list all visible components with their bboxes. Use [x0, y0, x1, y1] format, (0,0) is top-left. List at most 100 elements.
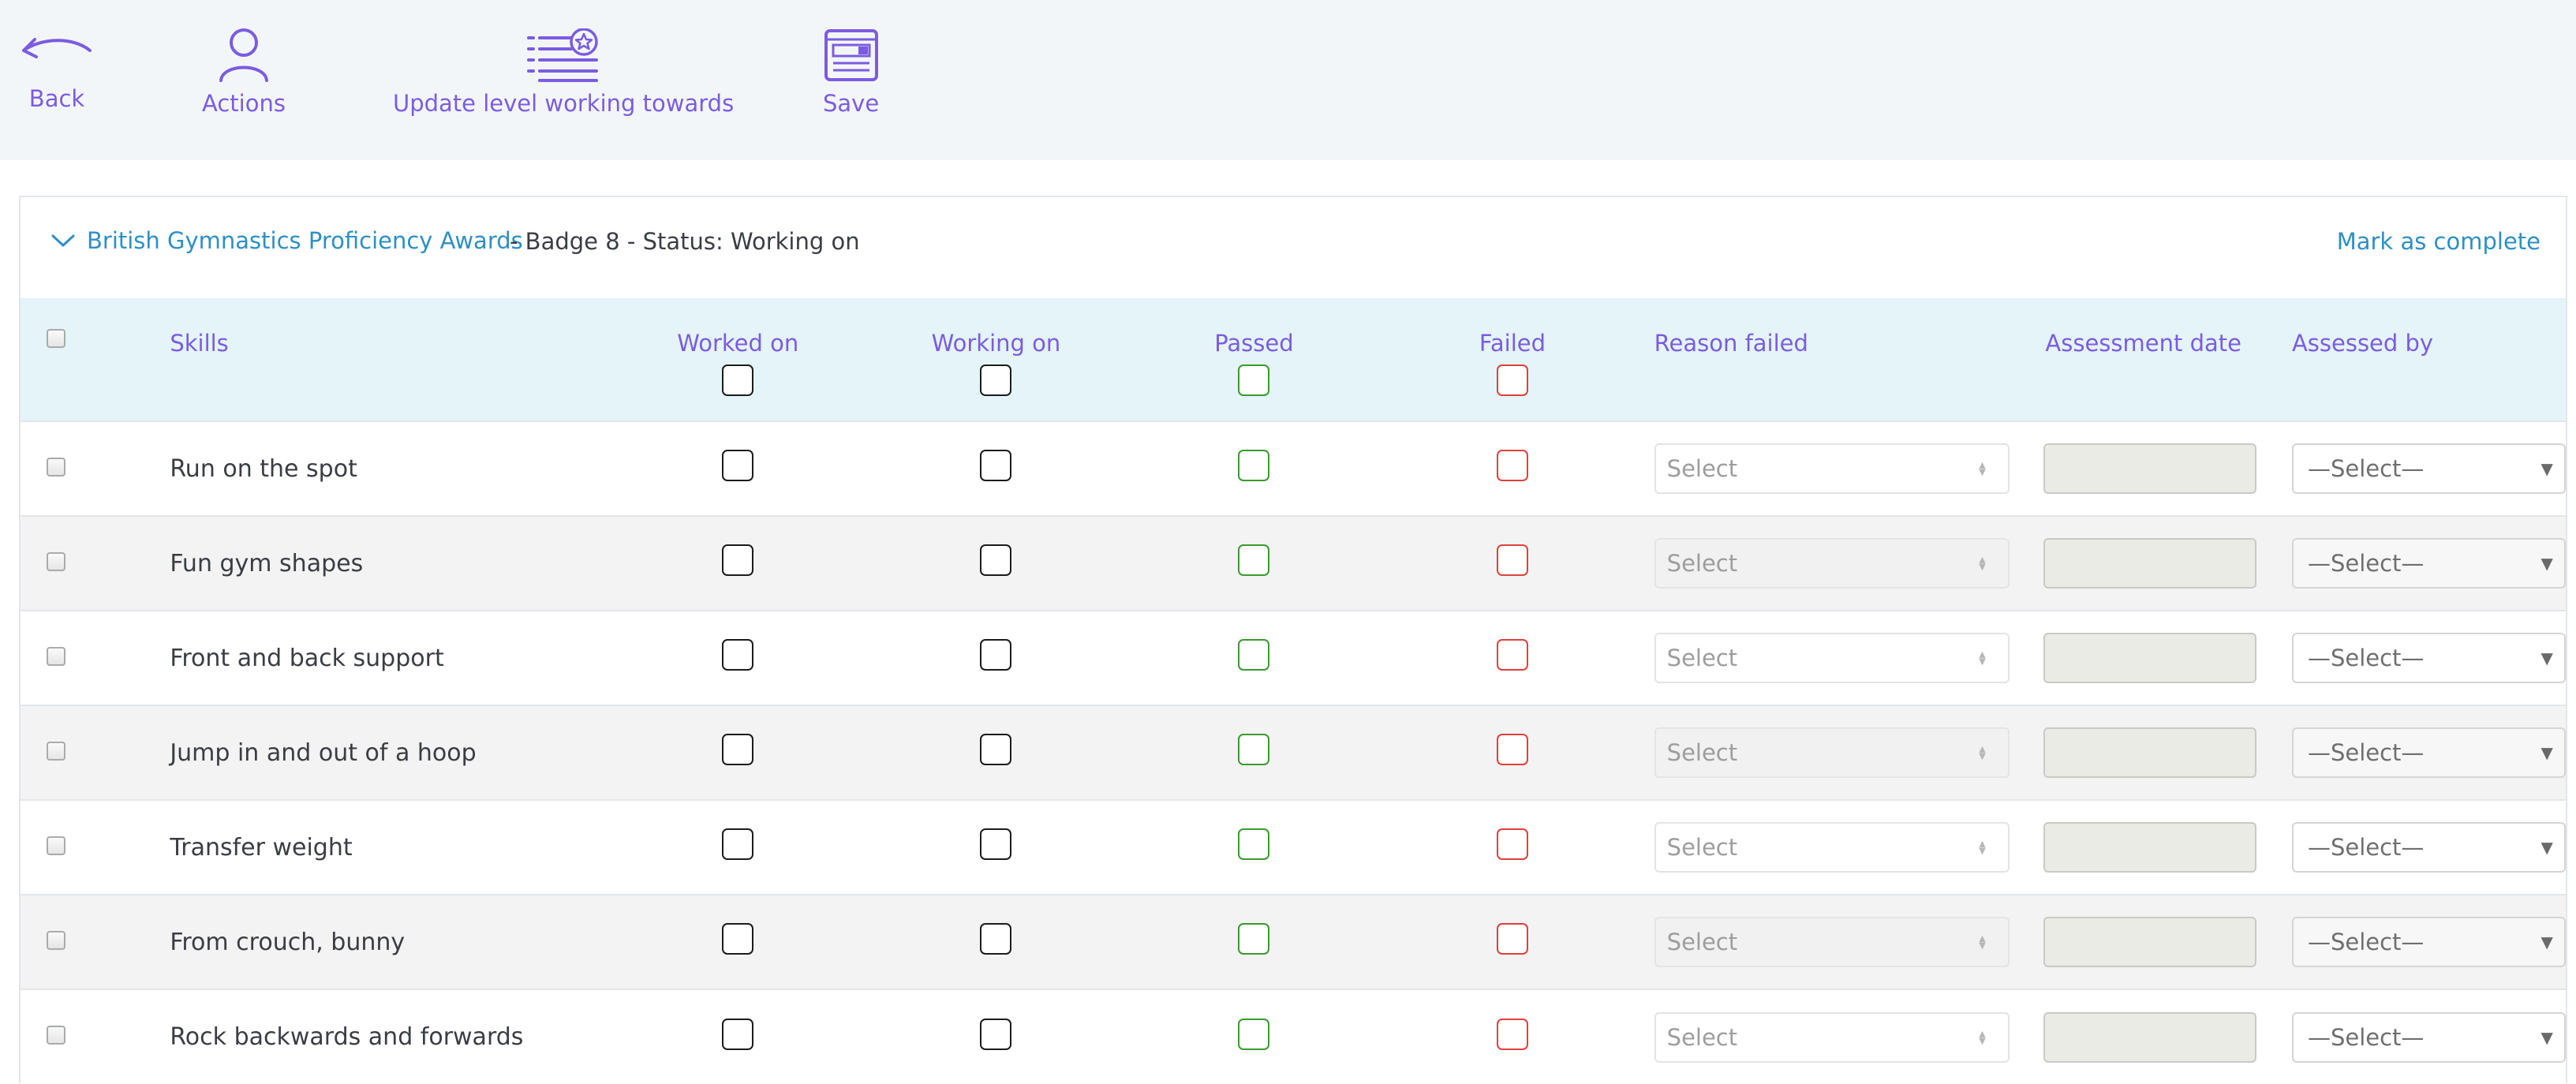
worked-on-header: Worked on — [608, 298, 867, 421]
assessment-date-input[interactable] — [2043, 538, 2257, 589]
failed-checkbox[interactable] — [1496, 923, 1528, 955]
award-title: British Gymnastics Proficiency Awards — [87, 227, 523, 254]
assessed-by-select[interactable]: —Select— ▼ — [2291, 538, 2566, 589]
failed-checkbox[interactable] — [1496, 734, 1528, 765]
reason-failed-select[interactable]: Select ▲ ▼ — [1654, 822, 2010, 873]
actions-label: Actions — [202, 90, 286, 117]
passed-checkbox[interactable] — [1238, 828, 1270, 860]
working-on-cell — [867, 989, 1124, 1084]
passed-checkbox[interactable] — [1238, 450, 1270, 481]
assessment-date-input[interactable] — [2043, 443, 2257, 494]
passed-cell — [1125, 895, 1384, 989]
back-arrow-icon — [22, 38, 92, 58]
sort-arrows-icon: ▲ ▼ — [1979, 933, 1986, 951]
row-select-checkbox[interactable] — [46, 457, 65, 477]
select-all-cell — [21, 298, 91, 421]
passed-checkbox[interactable] — [1238, 1018, 1270, 1050]
reason-failed-value: Select — [1666, 455, 1738, 482]
skills-table: Skills Worked on Working on Passed Faile… — [21, 298, 2566, 1084]
working-on-checkbox[interactable] — [980, 923, 1012, 955]
collapse-toggle[interactable]: British Gymnastics Proficiency Awards — [50, 227, 523, 254]
passed-all-checkbox[interactable] — [1238, 364, 1270, 396]
assessment-date-input[interactable] — [2043, 633, 2257, 683]
worked-on-cell — [608, 611, 867, 705]
row-select-checkbox[interactable] — [46, 1026, 65, 1045]
passed-checkbox[interactable] — [1238, 923, 1270, 955]
working-on-checkbox[interactable] — [980, 639, 1012, 671]
row-select-checkbox[interactable] — [46, 551, 65, 571]
back-button[interactable]: Back — [17, 24, 96, 112]
reason-failed-select[interactable]: Select ▲ ▼ — [1654, 727, 2010, 778]
worked-on-checkbox[interactable] — [722, 1018, 754, 1050]
assessed-by-cell: —Select— ▼ — [2291, 989, 2566, 1084]
row-select-checkbox[interactable] — [46, 835, 65, 855]
assessed-by-select[interactable]: —Select— ▼ — [2291, 1011, 2566, 1063]
failed-checkbox[interactable] — [1496, 544, 1528, 576]
working-on-checkbox[interactable] — [980, 544, 1012, 576]
caret-down-icon: ▼ — [2540, 459, 2553, 478]
skill-name: Front and back support — [170, 644, 444, 672]
assessed-by-value: —Select— — [2307, 739, 2425, 766]
worked-on-checkbox[interactable] — [722, 639, 754, 671]
assessed-by-select[interactable]: —Select— ▼ — [2291, 727, 2566, 778]
update-level-button[interactable]: Update level working towards — [393, 28, 734, 117]
failed-checkbox[interactable] — [1496, 639, 1528, 671]
working-on-checkbox[interactable] — [980, 450, 1012, 481]
assessed-by-select[interactable]: —Select— ▼ — [2291, 822, 2566, 873]
failed-all-checkbox[interactable] — [1496, 364, 1528, 396]
select-all-checkbox[interactable] — [46, 329, 65, 348]
passed-checkbox[interactable] — [1238, 639, 1270, 671]
row-select-cell — [21, 611, 91, 705]
caret-down-icon: ▼ — [2540, 838, 2553, 857]
working-on-checkbox[interactable] — [980, 734, 1012, 765]
assessed-by-select[interactable]: —Select— ▼ — [2291, 917, 2566, 967]
save-button[interactable]: Save — [823, 28, 879, 117]
sort-arrows-icon: ▲ ▼ — [1979, 1028, 1986, 1046]
chevron-down-icon — [51, 234, 75, 247]
passed-cell — [1125, 516, 1384, 611]
reason-failed-select[interactable]: Select ▲ ▼ — [1654, 443, 2010, 494]
assessment-date-input[interactable] — [2043, 822, 2257, 873]
worked-on-cell — [608, 989, 867, 1084]
actions-button[interactable]: Actions — [202, 27, 286, 117]
worked-on-checkbox[interactable] — [722, 734, 754, 765]
reason-failed-cell: Select ▲ ▼ — [1642, 421, 2028, 516]
reason-failed-select[interactable]: Select ▲ ▼ — [1654, 538, 2010, 589]
assessed-by-cell: —Select— ▼ — [2291, 800, 2566, 895]
worked-on-checkbox[interactable] — [722, 923, 754, 955]
row-select-checkbox[interactable] — [46, 741, 65, 761]
passed-checkbox[interactable] — [1238, 734, 1270, 765]
worked-on-checkbox[interactable] — [722, 828, 754, 860]
reason-failed-select[interactable]: Select ▲ ▼ — [1654, 1011, 2010, 1063]
skill-name: Jump in and out of a hoop — [170, 738, 477, 767]
assessment-date-input[interactable] — [2043, 1011, 2257, 1063]
passed-cell — [1125, 611, 1384, 705]
assessment-date-input[interactable] — [2043, 917, 2257, 967]
table-row: From crouch, bunny Select ▲ ▼ —Select— ▼ — [21, 895, 2566, 989]
failed-checkbox[interactable] — [1496, 450, 1528, 481]
reason-failed-select[interactable]: Select ▲ ▼ — [1654, 917, 2010, 967]
assessed-by-select[interactable]: —Select— ▼ — [2291, 443, 2566, 494]
reason-failed-select[interactable]: Select ▲ ▼ — [1654, 633, 2010, 683]
failed-cell — [1383, 800, 1641, 895]
skill-name: From crouch, bunny — [170, 928, 406, 956]
working-on-all-checkbox[interactable] — [980, 364, 1012, 396]
assessment-date-input[interactable] — [2043, 727, 2257, 778]
reason-failed-value: Select — [1666, 929, 1738, 955]
assessed-by-select[interactable]: —Select— ▼ — [2291, 633, 2566, 683]
assessed-by-cell: —Select— ▼ — [2291, 516, 2566, 611]
worked-on-checkbox[interactable] — [722, 450, 754, 481]
working-on-checkbox[interactable] — [980, 1018, 1012, 1050]
working-on-header: Working on — [867, 298, 1124, 421]
worked-on-checkbox[interactable] — [722, 544, 754, 576]
passed-checkbox[interactable] — [1238, 544, 1270, 576]
row-select-cell — [21, 421, 91, 516]
sort-arrows-icon: ▲ ▼ — [1979, 649, 1986, 667]
mark-complete-link[interactable]: Mark as complete — [2337, 228, 2540, 255]
worked-on-all-checkbox[interactable] — [722, 364, 754, 396]
failed-checkbox[interactable] — [1496, 1018, 1528, 1050]
working-on-checkbox[interactable] — [980, 828, 1012, 860]
row-select-checkbox[interactable] — [46, 930, 65, 950]
failed-checkbox[interactable] — [1496, 828, 1528, 860]
row-select-checkbox[interactable] — [46, 646, 65, 666]
